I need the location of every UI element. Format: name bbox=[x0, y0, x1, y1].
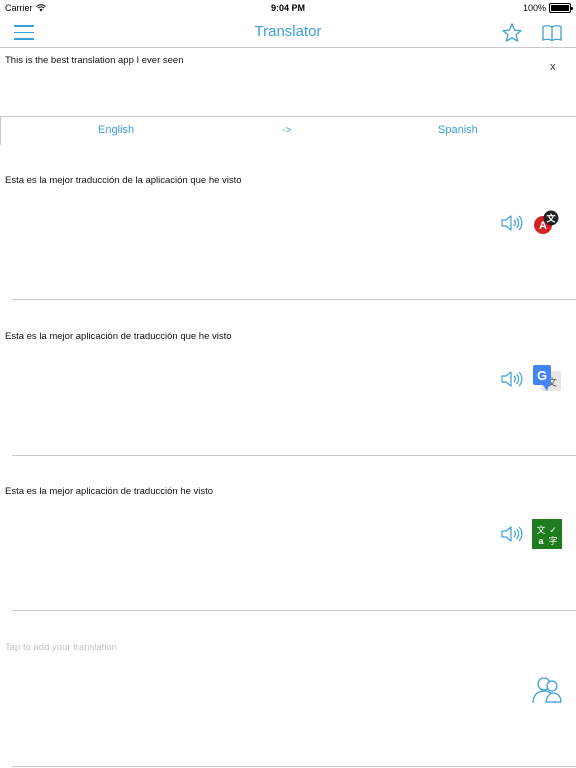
divider bbox=[12, 610, 576, 611]
target-language-button[interactable]: Spanish bbox=[438, 124, 478, 136]
source-language-button[interactable]: English bbox=[98, 124, 134, 136]
battery-icon bbox=[549, 3, 573, 13]
translation-result-2[interactable]: Esta es la mejor aplicación de traducció… bbox=[0, 301, 576, 456]
speaker-icon[interactable] bbox=[499, 213, 523, 233]
star-icon[interactable] bbox=[500, 21, 524, 45]
swap-languages-button[interactable]: -> bbox=[282, 125, 291, 136]
clear-button[interactable]: x bbox=[550, 61, 556, 73]
speaker-icon[interactable] bbox=[499, 524, 523, 544]
add-translation-block[interactable]: Tap to add your translation bbox=[0, 612, 576, 767]
svg-text:G: G bbox=[537, 368, 547, 383]
svg-text:文: 文 bbox=[536, 524, 545, 535]
book-icon[interactable] bbox=[540, 21, 564, 45]
battery-fill bbox=[551, 5, 569, 11]
svg-text:字: 字 bbox=[548, 535, 557, 546]
speaker-icon[interactable] bbox=[499, 369, 523, 389]
svg-text:文: 文 bbox=[545, 213, 556, 224]
translation-result-1[interactable]: Esta es la mejor traducción de la aplica… bbox=[0, 145, 576, 300]
divider bbox=[12, 299, 576, 300]
navigation-bar: Translator bbox=[0, 18, 576, 48]
battery-percent: 100% bbox=[522, 3, 546, 13]
svg-text:✓: ✓ bbox=[549, 525, 557, 535]
translation-text: Esta es la mejor traducción de la aplica… bbox=[5, 175, 242, 186]
status-time: 9:04 PM bbox=[270, 3, 305, 13]
page-title: Translator bbox=[254, 23, 322, 40]
battery-group: 100% bbox=[522, 3, 573, 13]
google-translate-icon[interactable]: 文 G bbox=[531, 363, 563, 395]
divider bbox=[12, 766, 576, 767]
add-translation-input[interactable]: Tap to add your translation bbox=[5, 642, 117, 653]
source-text[interactable]: This is the best translation app I ever … bbox=[5, 55, 184, 66]
translation-text: Esta es la mejor aplicación de traducció… bbox=[5, 331, 232, 342]
translation-result-3[interactable]: Esta es la mejor aplicación de traducció… bbox=[0, 456, 576, 611]
user-contribute-icon[interactable] bbox=[530, 674, 564, 706]
bing-translator-icon[interactable]: 文 ✓ a 字 bbox=[531, 518, 563, 550]
status-bar: Carrier 9:04 PM 100% bbox=[0, 0, 576, 18]
source-text-area[interactable]: This is the best translation app I ever … bbox=[0, 49, 576, 116]
translation-text: Esta es la mejor aplicación de traducció… bbox=[5, 486, 214, 497]
provider-a-icon[interactable]: A 文 bbox=[531, 207, 563, 239]
language-selector: English -> Spanish bbox=[0, 116, 576, 145]
